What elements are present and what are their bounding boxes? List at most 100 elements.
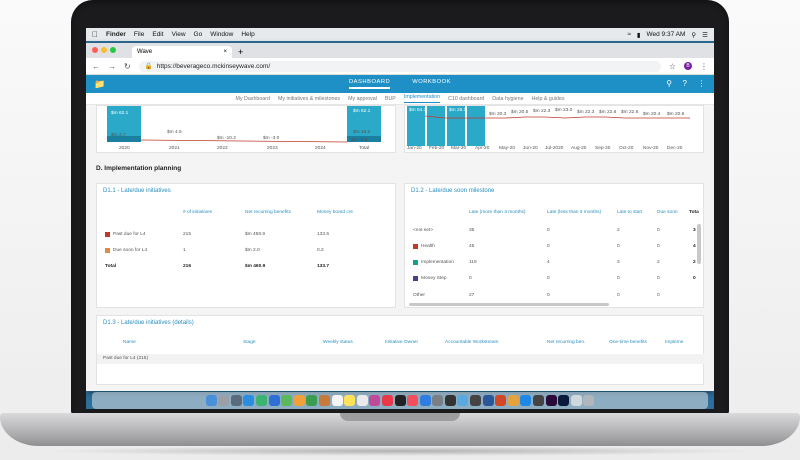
clock[interactable]: Wed 9:37 AM — [647, 31, 686, 38]
browser-tab[interactable]: Wave × — [132, 46, 232, 58]
d3-header-net-recurring[interactable]: Net recurring ben. — [547, 340, 585, 345]
nav-workbook[interactable]: WORKBOOK — [412, 79, 451, 89]
photos-icon[interactable] — [293, 395, 305, 406]
podcasts-icon[interactable] — [369, 395, 381, 406]
profile-avatar[interactable]: B — [684, 62, 692, 70]
d1-header-benefits[interactable]: Net recurring benefits — [245, 210, 291, 215]
close-window-button[interactable] — [92, 47, 98, 53]
chrome-icon[interactable] — [507, 395, 519, 406]
forward-icon[interactable]: → — [108, 62, 116, 71]
siri-icon[interactable] — [218, 395, 230, 406]
back-icon[interactable]: ← — [92, 62, 100, 71]
nav-dashboard[interactable]: DASHBOARD — [348, 79, 391, 89]
more-icon[interactable]: ⋮ — [698, 79, 707, 88]
d2-row-label[interactable]: Implementation — [421, 260, 454, 265]
d3-header-implementation[interactable]: Impleme — [665, 340, 683, 345]
safari-icon[interactable] — [243, 395, 255, 406]
battery-icon[interactable]: ▮ — [637, 31, 641, 39]
maximize-window-button[interactable] — [110, 47, 116, 53]
new-tab-button[interactable]: + — [238, 46, 243, 58]
subnav-my-dashboard[interactable]: My Dashboard — [236, 96, 270, 102]
app-store-icon[interactable] — [419, 395, 431, 406]
menu-help[interactable]: Help — [241, 31, 254, 38]
subnav-bup[interactable]: BUP — [385, 96, 396, 102]
terminal-icon[interactable] — [444, 395, 456, 406]
word-icon[interactable] — [482, 395, 494, 406]
menu-app[interactable]: Finder — [106, 31, 126, 38]
d2-header-late-start[interactable]: Late to start — [617, 210, 642, 215]
help-icon[interactable]: ? — [683, 79, 688, 88]
close-tab-icon[interactable]: × — [223, 49, 227, 55]
subnav-c10-dashboard[interactable]: C10 dashboard — [448, 96, 484, 102]
more-options-icon[interactable]: ⋮ — [700, 62, 708, 71]
d3-header-one-time[interactable]: One-time benefits — [609, 340, 647, 345]
mail-icon[interactable] — [268, 395, 280, 406]
display-icon[interactable] — [533, 395, 545, 406]
preview-icon[interactable] — [457, 395, 469, 406]
notes-icon[interactable] — [344, 395, 356, 406]
d2-header-late-more[interactable]: Late (more than 3 months) — [469, 210, 526, 215]
premiere-icon[interactable] — [545, 395, 557, 406]
subnav-my-initiatives[interactable]: My initiatives & milestones — [278, 96, 340, 102]
launchpad-icon[interactable] — [230, 395, 242, 406]
month-bar-apr[interactable] — [467, 106, 485, 146]
powerpoint-icon[interactable] — [495, 395, 507, 406]
d3-header-weekly-status[interactable]: Weekly status — [323, 340, 353, 345]
photoshop-icon[interactable] — [558, 395, 570, 406]
horizontal-scrollbar[interactable] — [409, 303, 609, 306]
d2-row-label[interactable]: Money Step — [421, 276, 447, 281]
subnav-implementation[interactable]: Implementation — [403, 94, 441, 103]
d2-header-due-soon[interactable]: Due soon — [657, 210, 678, 215]
d1-row-label[interactable]: Past due for L4 — [113, 232, 146, 237]
contacts-icon[interactable] — [318, 395, 330, 406]
facetime-icon[interactable] — [306, 395, 318, 406]
trash-icon[interactable] — [583, 395, 595, 406]
d1-header-count[interactable]: # of initiatives — [183, 210, 212, 215]
menu-file[interactable]: File — [134, 31, 144, 38]
menu-view[interactable]: View — [172, 31, 186, 38]
reload-icon[interactable]: ↻ — [124, 62, 131, 71]
group-row[interactable]: Past due for L4 (215) — [97, 354, 705, 364]
menu-edit[interactable]: Edit — [152, 31, 163, 38]
finder-icon[interactable] — [205, 395, 217, 406]
menu-go[interactable]: Go — [194, 31, 203, 38]
folder-icon[interactable]: 📁 — [94, 79, 106, 90]
menu-window[interactable]: Window — [210, 31, 233, 38]
vertical-scrollbar[interactable] — [697, 224, 701, 264]
d3-header-name[interactable]: Name — [123, 340, 136, 345]
d1-header-money[interactable]: Money board cnt — [317, 210, 353, 215]
news-icon[interactable] — [407, 395, 419, 406]
d3-header-workstream[interactable]: Accountable Workstream — [445, 340, 499, 345]
month-bar-feb[interactable] — [427, 106, 445, 146]
url-field[interactable]: 🔒 https://beverageco.mckinseywave.com/ — [138, 60, 661, 72]
calendar-icon[interactable] — [331, 395, 343, 406]
d2-row-label[interactable]: <not set> — [413, 228, 433, 233]
spotlight-icon[interactable]: ⚲ — [691, 31, 696, 39]
bar-label-2020-low: $m 2.7 — [111, 133, 126, 138]
subnav-data-hygiene[interactable]: Data hygiene — [492, 96, 523, 102]
downloads-icon[interactable] — [570, 395, 582, 406]
d2-header-total[interactable]: Tota — [689, 210, 699, 215]
subnav-my-approval[interactable]: My approval — [348, 96, 377, 102]
d2-row-label[interactable]: Health — [421, 244, 435, 249]
wifi-icon[interactable]: ≈ — [627, 31, 631, 38]
d2-row-label[interactable]: Other — [413, 293, 425, 298]
minimize-window-button[interactable] — [101, 47, 107, 53]
tv-icon[interactable] — [394, 395, 406, 406]
system-preferences-icon[interactable] — [432, 395, 444, 406]
menu-list-icon[interactable]: ☰ — [702, 31, 708, 39]
subnav-help-guides[interactable]: Help & guides — [532, 96, 565, 102]
d1-row-label[interactable]: Due soon for L4 — [113, 248, 147, 253]
messages-icon[interactable] — [255, 395, 267, 406]
screenshot-icon[interactable] — [470, 395, 482, 406]
search-icon[interactable]: ⚲ — [666, 79, 672, 88]
zoom-icon[interactable] — [520, 395, 532, 406]
d3-header-owner[interactable]: Initiative Owner — [385, 340, 418, 345]
maps-icon[interactable] — [281, 395, 293, 406]
reminders-icon[interactable] — [356, 395, 368, 406]
d2-header-late-less[interactable]: Late (less than 3 months) — [547, 210, 601, 215]
d3-header-stage[interactable]: Stage — [243, 340, 256, 345]
apple-icon[interactable]:  — [92, 30, 98, 39]
star-icon[interactable]: ☆ — [669, 62, 676, 71]
music-icon[interactable] — [381, 395, 393, 406]
